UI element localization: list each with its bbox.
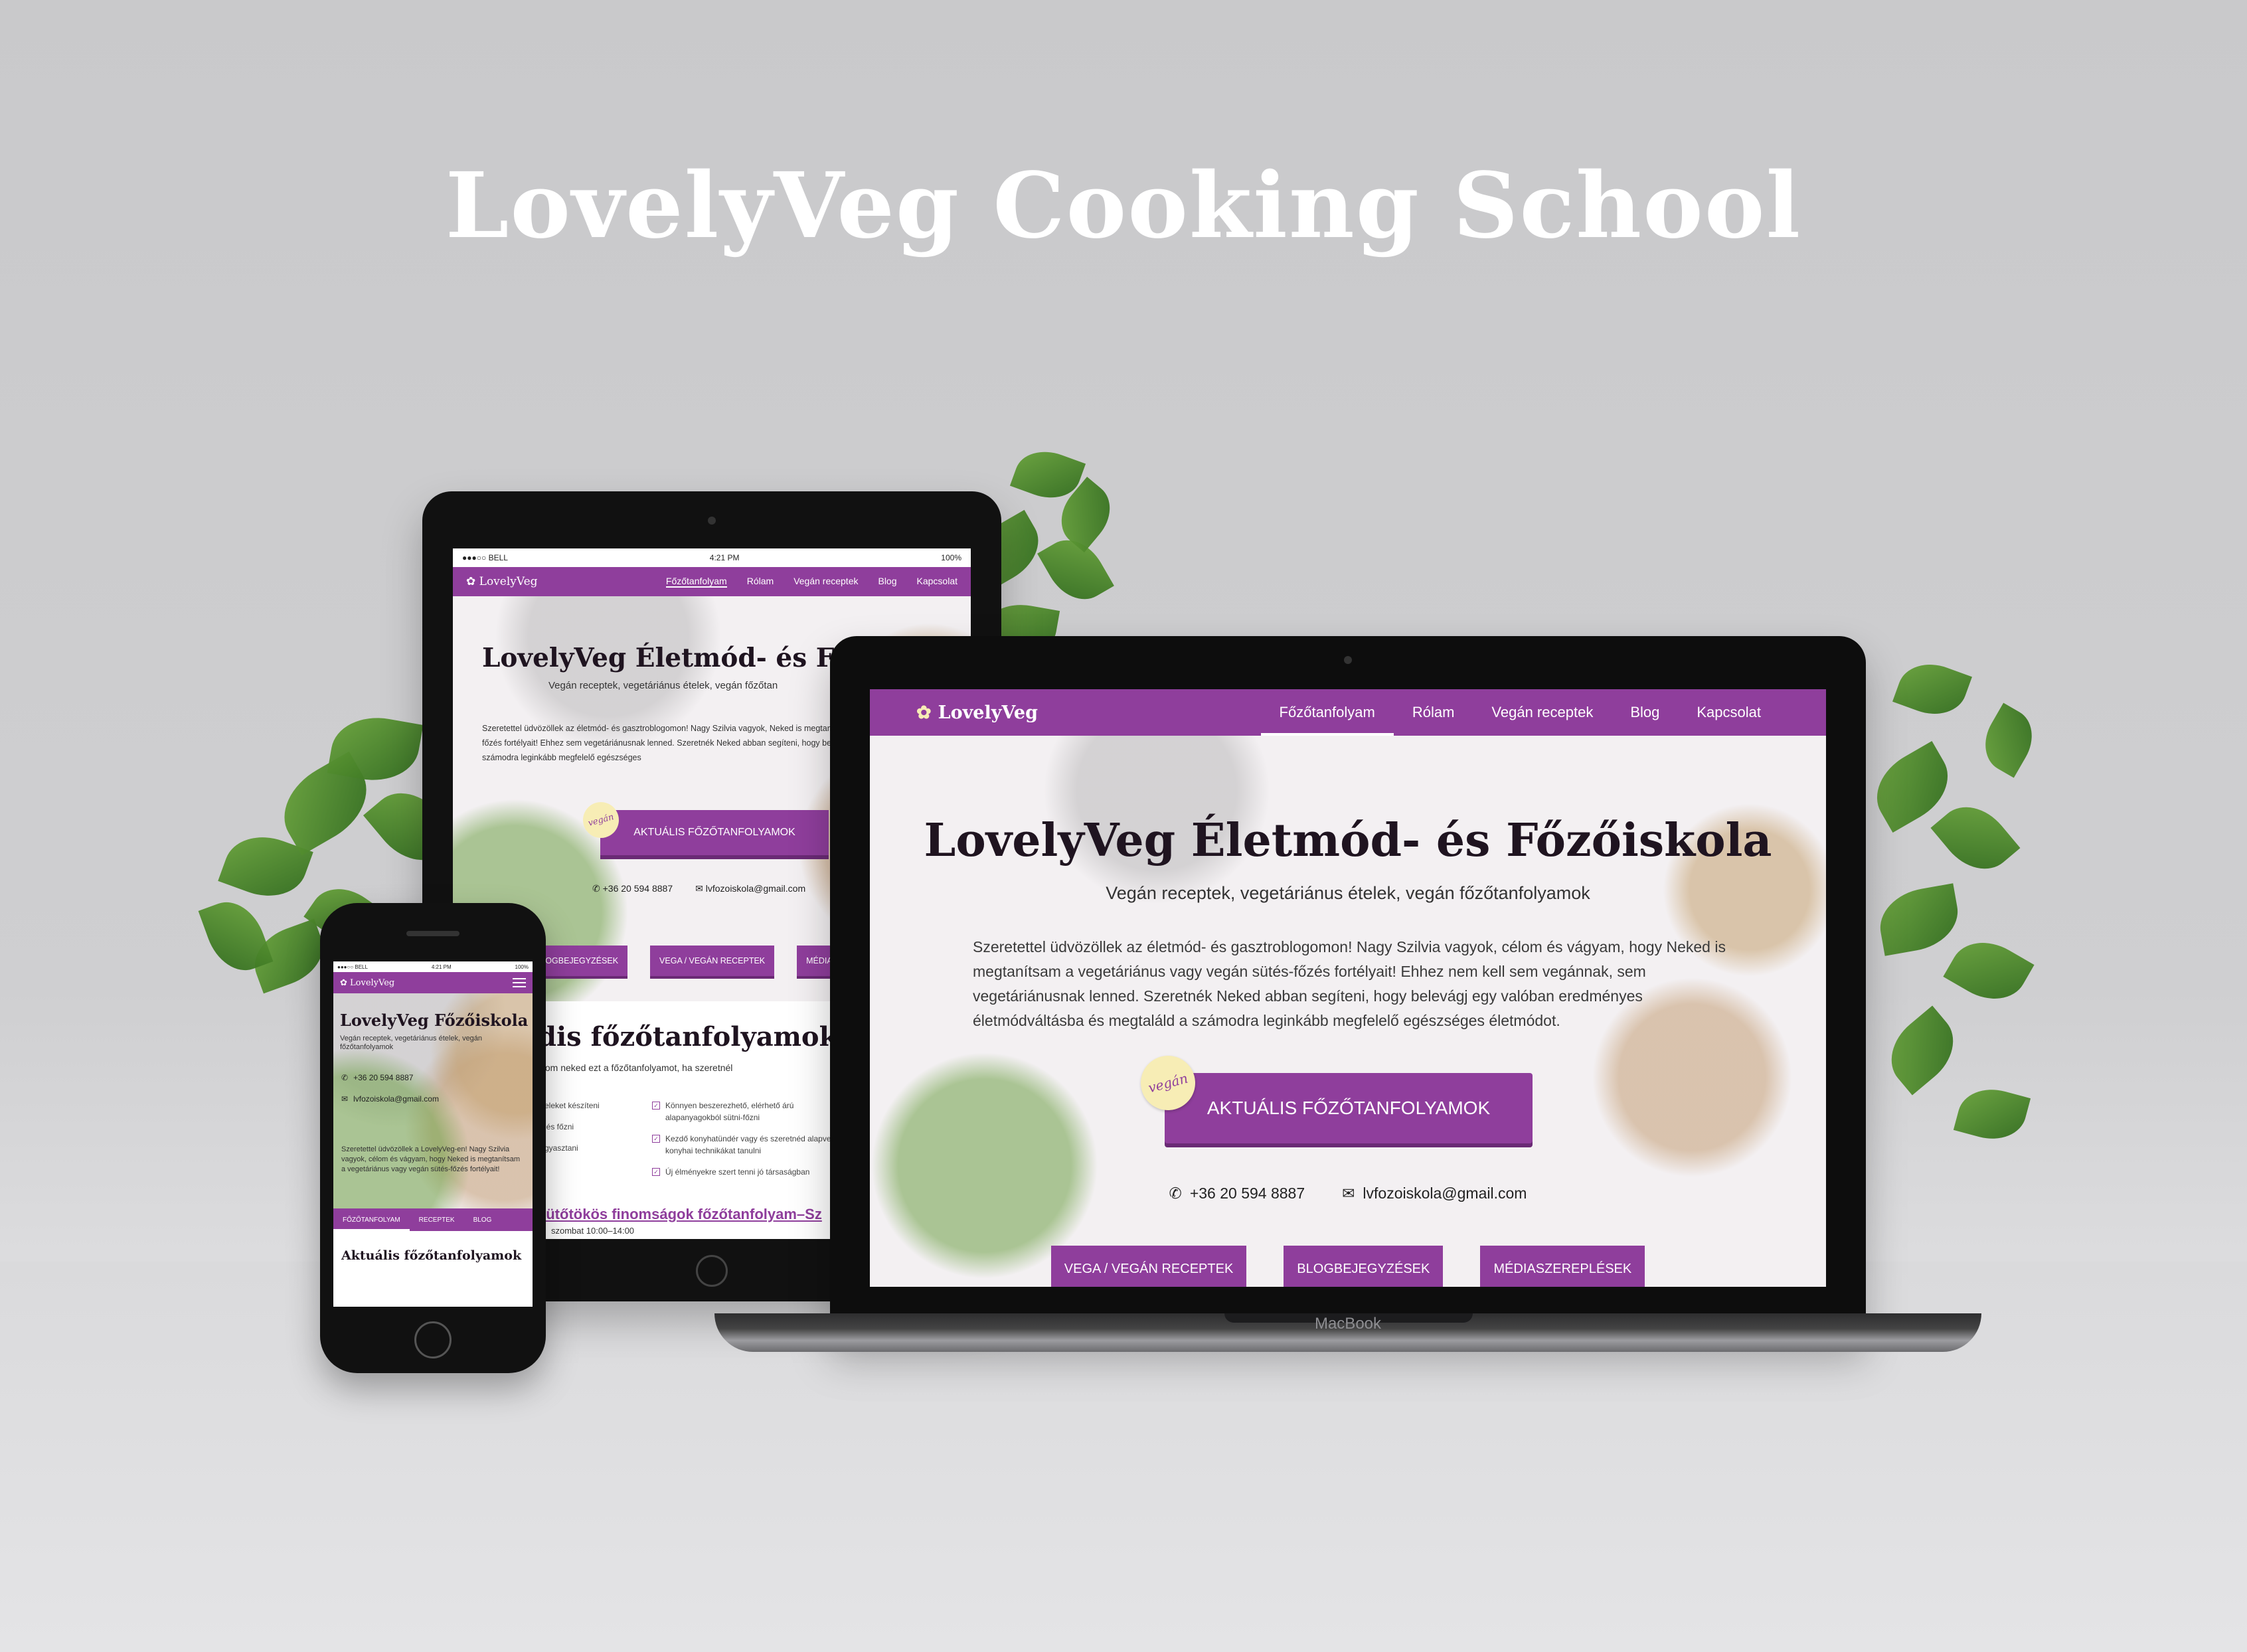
phone-icon: ✆ <box>1169 1185 1182 1202</box>
section-title: dis főzőtanfolyamok <box>538 1021 838 1052</box>
plant-right <box>1859 654 2072 1195</box>
hero-title: LovelyVeg Életmód- és Fő <box>482 643 851 673</box>
blog-button[interactable]: Blogbejegyzések <box>1284 1246 1444 1287</box>
event-time: szombat 10:00–14:00 <box>551 1226 635 1236</box>
list-item: fogyasztani <box>538 1143 578 1153</box>
hero-subtitle: Vegán receptek, vegetáriánus ételek, veg… <box>548 680 778 691</box>
tablet-camera <box>708 517 716 525</box>
hero-title: LovelyVeg Életmód- és Főzőiskola <box>924 814 1772 867</box>
status-time: 4:21 PM <box>709 553 740 562</box>
flower-icon: ✿ <box>916 702 932 723</box>
nav-item-kapcsolat[interactable]: Kapcsolat <box>1678 689 1780 736</box>
tablet-navbar: ✿ LovelyVeg Főzőtanfolyam Rólam Vegán re… <box>453 567 971 596</box>
phone-status-bar: ●●●○○ BELL 4:21 PM 100% <box>333 961 533 972</box>
phone-tabs: Főzőtanfolyam Receptek Blog <box>333 1208 533 1231</box>
nav-item-blog[interactable]: Blog <box>1612 689 1678 736</box>
hero-subtitle: Vegán receptek, vegetáriánus ételek, veg… <box>340 1034 483 1051</box>
status-battery: 100% <box>941 553 961 562</box>
phone-contact[interactable]: ✆ +36 20 594 8887 <box>592 883 673 894</box>
media-button[interactable]: Médiaszereplések <box>1480 1246 1645 1287</box>
phone-navbar: ✿ LovelyVeg <box>333 972 533 993</box>
tablet-home-button[interactable] <box>696 1255 728 1287</box>
list-left: ételeket készíteni ni és főzni fogyaszta… <box>538 1100 637 1163</box>
hamburger-menu-icon[interactable] <box>513 978 526 987</box>
status-time: 4:21 PM <box>431 963 452 970</box>
section-text: nlom neked ezt a főzőtanfolyamot, ha sze… <box>538 1062 733 1073</box>
nav-item-blog[interactable]: Blog <box>878 576 896 588</box>
tablet-button-row: Blogbejegyzések Vega / vegán receptek Mé… <box>526 946 842 976</box>
nav-item-vegan-receptek[interactable]: Vegán receptek <box>1473 689 1612 736</box>
cta-button[interactable]: Aktuális főzőtanfolyamok <box>1165 1073 1533 1143</box>
section-title: Aktuális főzőtanfolyamok <box>341 1248 522 1263</box>
tab-blog[interactable]: Blog <box>464 1208 501 1231</box>
site-logo[interactable]: ✿ LovelyVeg <box>916 702 1038 723</box>
list-item: ✓ Új élményekre szert tenni jó társaságba… <box>652 1166 845 1178</box>
nav-item-rolam[interactable]: Rólam <box>747 576 774 588</box>
laptop-camera <box>1344 656 1352 664</box>
phone-contact[interactable]: ✆ +36 20 594 8887 <box>341 1073 413 1082</box>
check-icon: ✓ <box>652 1135 660 1143</box>
phone-contact[interactable]: ✆ +36 20 594 8887 <box>1169 1185 1305 1202</box>
status-carrier: ●●●○○ BELL <box>337 963 368 970</box>
hero-subtitle: Vegán receptek, vegetáriánus ételek, veg… <box>1106 883 1590 903</box>
nav-item-fozotanfolyam[interactable]: Főzőtanfolyam <box>1261 689 1394 736</box>
check-icon: ✓ <box>652 1168 660 1176</box>
email-contact[interactable]: ✉ lvfozoiskola@gmail.com <box>695 883 805 894</box>
contact-row: ✆ +36 20 594 8887 ✉ lvfozoiskola@gmail.com <box>870 1185 1826 1202</box>
mail-icon: ✉ <box>341 1094 349 1104</box>
nav-item-vegan-receptek[interactable]: Vegán receptek <box>793 576 858 588</box>
cta-button[interactable]: Aktuális főzőtanfolyamok <box>600 810 829 855</box>
list-item: ni és főzni <box>538 1122 574 1131</box>
recipes-button[interactable]: Vega / vegán receptek <box>650 946 775 976</box>
list-item: ételeket készíteni <box>538 1101 600 1110</box>
contact-row: ✆ +36 20 594 8887 ✉ lvfozoiskola@gmail.c… <box>592 883 805 894</box>
phone-screen: ●●●○○ BELL 4:21 PM 100% ✿ LovelyVeg Love… <box>333 961 533 1307</box>
nav-item-fozotanfolyam[interactable]: Főzőtanfolyam <box>665 576 727 588</box>
site-logo[interactable]: ✿ LovelyVeg <box>340 978 394 988</box>
tablet-status-bar: ●●●○○ BELL 4:21 PM 100% <box>453 548 971 567</box>
recipes-button[interactable]: Vega / vegán receptek <box>1050 1246 1247 1287</box>
phone-speaker <box>406 931 459 936</box>
nav-item-rolam[interactable]: Rólam <box>1394 689 1473 736</box>
hero-intro: Szeretettel üdvözöllek az életmód- és ga… <box>973 938 1726 1029</box>
email-contact[interactable]: ✉ lvfozoiskola@gmail.com <box>341 1094 439 1104</box>
nav-item-kapcsolat[interactable]: Kapcsolat <box>917 576 957 588</box>
list-item: ✓ Könnyen beszerezhető, elérhető árú alap… <box>652 1100 845 1123</box>
list-right: ✓ Könnyen beszerezhető, elérhető árú alap… <box>652 1100 845 1187</box>
hero-title: LovelyVeg Főzőiskola <box>340 1011 529 1030</box>
phone-device: ●●●○○ BELL 4:21 PM 100% ✿ LovelyVeg Love… <box>320 903 546 1373</box>
mail-icon: ✉ <box>1342 1185 1355 1202</box>
tab-fozotanfolyam[interactable]: Főzőtanfolyam <box>333 1208 410 1231</box>
check-icon: ✓ <box>652 1102 660 1110</box>
status-carrier: ●●●○○ BELL <box>462 553 508 562</box>
laptop-button-row: Vega / vegán receptek Blogbejegyzések Mé… <box>870 1246 1826 1287</box>
site-logo[interactable]: ✿ LovelyVeg <box>466 575 538 588</box>
laptop-screen: ✿ LovelyVeg Főzőtanfolyam Rólam Vegán rec… <box>870 689 1826 1287</box>
hero-intro: Szeretettel üdvözöllek a LovelyVeg-en! N… <box>341 1145 521 1173</box>
page-headline: LovelyVeg Cooking School <box>445 153 1802 259</box>
mail-icon: ✉ <box>695 883 703 894</box>
phone-hero: LovelyVeg Főzőiskola Vegán receptek, veg… <box>333 993 533 1208</box>
phone-home-button[interactable] <box>414 1321 452 1359</box>
phone-icon: ✆ <box>341 1073 349 1082</box>
laptop-hero: LovelyVeg Életmód- és Főzőiskola Vegán r… <box>870 736 1826 1287</box>
status-battery: 100% <box>515 963 529 970</box>
list-item: ✓ Kezdő konyhatündér vagy és szeretnéd al… <box>652 1133 845 1157</box>
laptop-device: ✿ LovelyVeg Főzőtanfolyam Rólam Vegán rec… <box>830 636 1866 1340</box>
event-title-link[interactable]: sütőtökös finomságok főzőtanfolyam–Sz <box>538 1206 822 1223</box>
laptop-label: MacBook <box>1314 1315 1382 1333</box>
phone-icon: ✆ <box>592 883 600 894</box>
laptop-navbar: ✿ LovelyVeg Főzőtanfolyam Rólam Vegán rec… <box>870 689 1826 736</box>
email-contact[interactable]: ✉ lvfozoiskola@gmail.com <box>1342 1185 1527 1202</box>
tab-receptek[interactable]: Receptek <box>410 1208 464 1231</box>
